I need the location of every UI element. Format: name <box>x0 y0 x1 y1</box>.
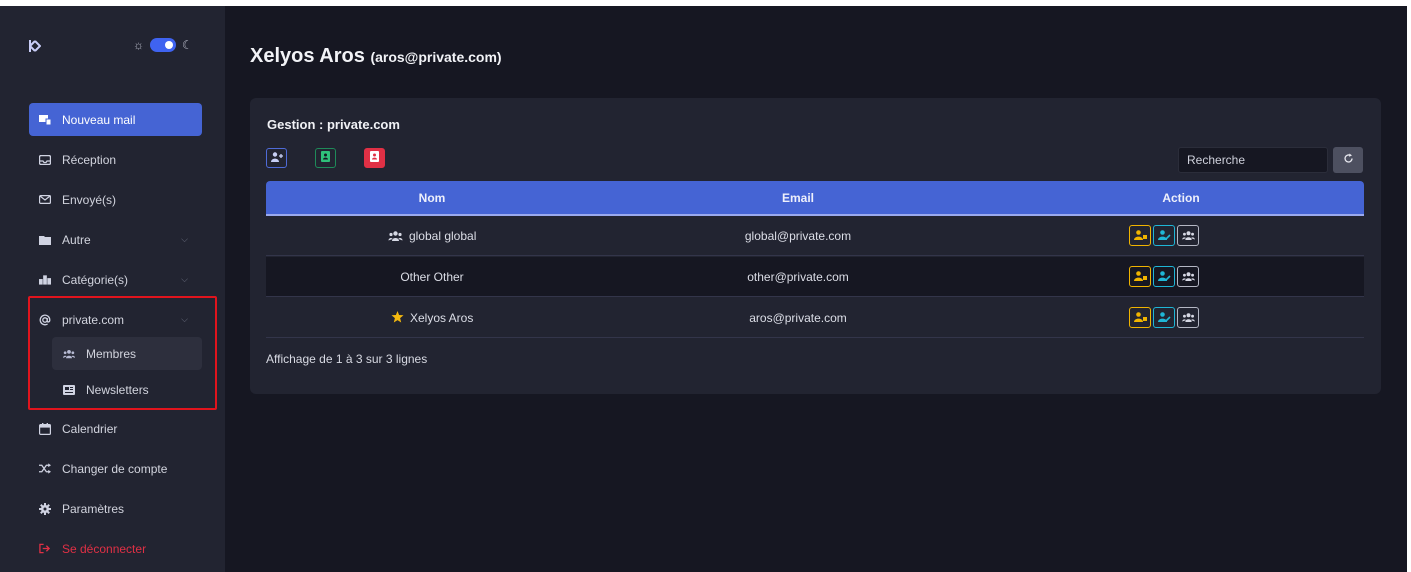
sidebar-item-reception[interactable]: Réception <box>29 143 202 176</box>
table-header: Nom Email Action <box>266 181 1364 216</box>
row-actions <box>1129 225 1199 246</box>
cell-email: global@private.com <box>744 229 852 243</box>
cell-name: Other Other <box>266 257 598 297</box>
compose-icon <box>39 114 51 126</box>
sidebar-item-envoyes[interactable]: Envoyé(s) <box>29 183 202 216</box>
row-actions <box>1129 266 1199 287</box>
contact-book-icon <box>369 149 380 167</box>
column-header-action: Action <box>1162 191 1200 205</box>
refresh-icon <box>1343 151 1354 169</box>
sidebar: ☼ ☾ Nouveau mail Réception Envoyé(s) Aut… <box>0 6 225 572</box>
user-shield-icon <box>1133 311 1147 325</box>
folder-icon <box>39 234 51 246</box>
new-mail-label: Nouveau mail <box>62 112 136 127</box>
user-edit-icon <box>1157 270 1171 284</box>
sidebar-item-label: Paramètres <box>62 501 125 516</box>
chevron-down-icon: ⌵ <box>181 234 188 244</box>
set-admin-button[interactable] <box>1129 307 1151 328</box>
theme-toggle[interactable] <box>150 38 176 52</box>
sidebar-item-calendrier[interactable]: Calendrier <box>29 412 202 445</box>
edit-member-button[interactable] <box>1153 225 1175 246</box>
categories-icon <box>39 274 51 286</box>
pagination-info: Affichage de 1 à 3 sur 3 lignes <box>266 352 428 366</box>
cell-name: global global <box>266 216 598 256</box>
set-admin-button[interactable] <box>1129 266 1151 287</box>
theme-switch[interactable]: ☼ ☾ <box>133 38 193 52</box>
sidebar-item-parametres[interactable]: Paramètres <box>29 492 202 525</box>
user-plus-icon <box>270 149 283 167</box>
add-member-button[interactable] <box>266 148 287 168</box>
sun-icon: ☼ <box>133 38 144 52</box>
card-title: Gestion : private.com <box>267 117 400 132</box>
cell-email: other@private.com <box>747 270 849 284</box>
sidebar-item-label: Autre <box>62 232 91 247</box>
users-icon <box>1181 311 1195 325</box>
sidebar-item-label: Se déconnecter <box>62 541 147 556</box>
sidebar-item-label: Changer de compte <box>62 461 168 476</box>
column-header-nom[interactable]: Nom <box>266 181 598 215</box>
row-actions <box>1129 307 1199 328</box>
gear-icon <box>39 502 51 515</box>
edit-member-button[interactable] <box>1153 266 1175 287</box>
sidebar-item-label: Catégorie(s) <box>62 272 129 287</box>
user-name: Xelyos Aros <box>250 45 365 67</box>
app-window: ☼ ☾ Nouveau mail Réception Envoyé(s) Aut… <box>0 6 1407 572</box>
sidebar-item-autre[interactable]: Autre ⌵ <box>29 223 202 256</box>
member-name: global global <box>408 229 477 243</box>
sidebar-item-label: Réception <box>62 152 117 167</box>
group-members-button[interactable] <box>1177 266 1199 287</box>
cell-name: Xelyos Aros <box>266 298 598 338</box>
users-icon <box>388 229 409 243</box>
set-admin-button[interactable] <box>1129 225 1151 246</box>
remove-contact-button[interactable] <box>364 148 385 168</box>
chevron-down-icon: ⌵ <box>181 274 188 284</box>
user-shield-icon <box>1133 270 1147 284</box>
inbox-icon <box>39 154 51 166</box>
user-edit-icon <box>1157 229 1171 243</box>
star-icon <box>391 311 410 325</box>
shuffle-icon <box>39 463 51 475</box>
sidebar-item-label: Envoyé(s) <box>62 192 117 207</box>
users-icon <box>1181 270 1195 284</box>
user-shield-icon <box>1133 229 1147 243</box>
refresh-button[interactable] <box>1333 147 1363 173</box>
table-row: Other Other other@private.com <box>266 257 1364 297</box>
logout-button[interactable]: Se déconnecter <box>29 532 202 565</box>
member-name: Xelyos Aros <box>409 311 474 325</box>
member-name: Other Other <box>400 270 464 284</box>
group-members-button[interactable] <box>1177 307 1199 328</box>
sidebar-item-changer-compte[interactable]: Changer de compte <box>29 452 202 485</box>
address-book-button[interactable] <box>315 148 336 168</box>
calendar-icon <box>39 422 51 435</box>
moon-icon: ☾ <box>182 38 193 52</box>
envelope-icon <box>39 194 51 206</box>
sidebar-item-label: Calendrier <box>62 421 118 436</box>
users-icon <box>1181 229 1195 243</box>
cell-email: aros@private.com <box>749 311 847 325</box>
contact-book-icon <box>320 149 331 167</box>
page-title: Xelyos Aros (aros@private.com) <box>250 45 502 68</box>
app-logo[interactable] <box>29 39 42 53</box>
search-input[interactable]: Recherche <box>1178 147 1328 173</box>
table-row: Xelyos Aros aros@private.com <box>266 298 1364 338</box>
column-header-email[interactable]: Email <box>598 181 998 215</box>
user-email: (aros@private.com) <box>370 49 502 65</box>
new-mail-button[interactable]: Nouveau mail <box>29 103 202 136</box>
group-members-button[interactable] <box>1177 225 1199 246</box>
logout-icon <box>39 543 51 555</box>
user-edit-icon <box>1157 311 1171 325</box>
edit-member-button[interactable] <box>1153 307 1175 328</box>
sidebar-item-categories[interactable]: Catégorie(s) ⌵ <box>29 263 202 296</box>
selection-highlight <box>28 296 217 410</box>
table-row: global global global@private.com <box>266 216 1364 256</box>
